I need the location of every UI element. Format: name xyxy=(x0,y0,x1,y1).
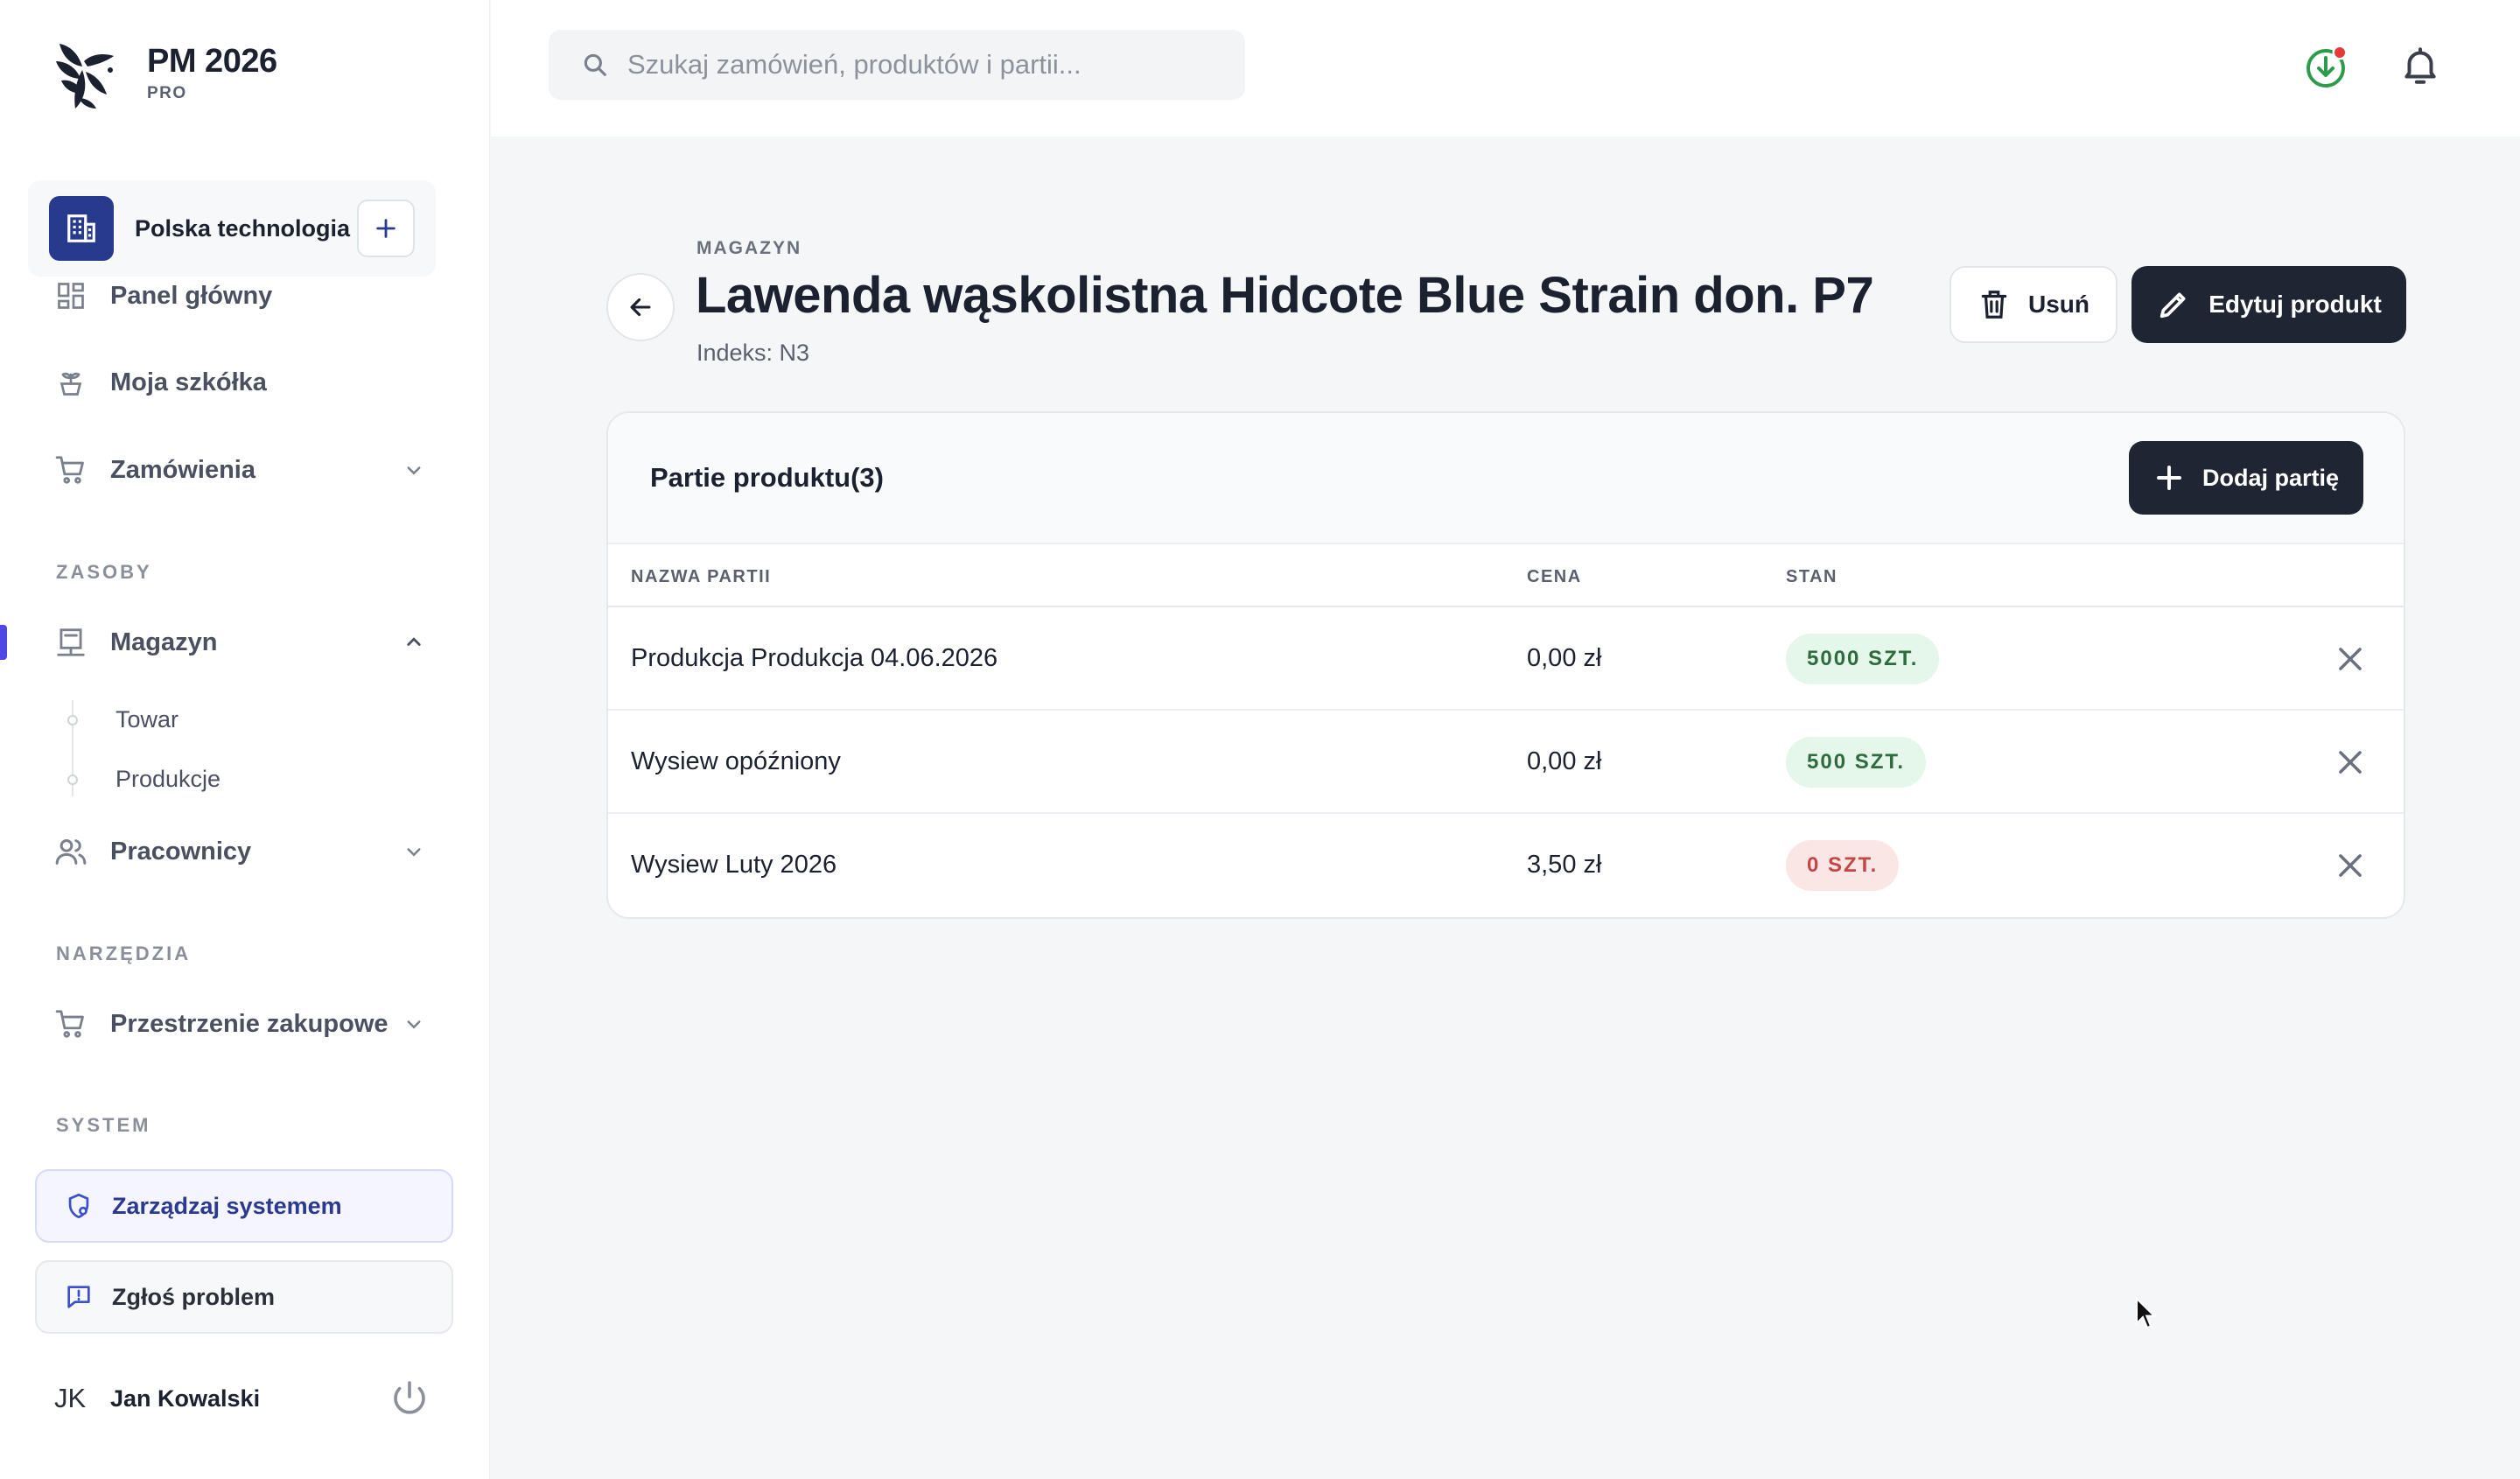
add-org-button[interactable] xyxy=(357,200,415,257)
brand[interactable]: PM 2026 PRO xyxy=(52,35,277,110)
stock-badge: 500 SZT. xyxy=(1786,737,1927,788)
manage-system-button[interactable]: Zarządzaj systemem xyxy=(35,1169,453,1243)
report-problem-button[interactable]: Zgłoś problem xyxy=(35,1260,453,1334)
org-name: Polska technologia xyxy=(135,214,351,242)
chevron-down-icon xyxy=(407,848,421,857)
nav-employees-label: Pracownicy xyxy=(110,837,252,866)
submenu-dot xyxy=(67,775,78,785)
table-row[interactable]: Wysiew opóźniony 0,00 zł 500 SZT. xyxy=(608,711,2404,814)
add-batch-label: Dodaj partię xyxy=(2202,464,2340,491)
nav-warehouse[interactable]: Magazyn xyxy=(52,616,438,669)
batch-name: Wysiew opóźniony xyxy=(631,747,841,775)
batch-price: 0,00 zł xyxy=(1527,747,1602,775)
plus-icon xyxy=(376,219,396,238)
nav-sub-goods[interactable]: Towar xyxy=(116,706,178,733)
power-icon[interactable] xyxy=(388,1377,430,1419)
manage-system-label: Zarządzaj systemem xyxy=(112,1192,342,1219)
breadcrumb: MAGAZYN xyxy=(696,238,802,258)
stock-badge: 5000 SZT. xyxy=(1786,634,1940,684)
nav-purchase-spaces[interactable]: Przestrzenie zakupowe xyxy=(52,998,438,1050)
nav-nursery-label: Moja szkółka xyxy=(110,368,267,396)
sidebar: PM 2026 PRO Polska technologia Panel głó… xyxy=(0,0,490,1479)
users-icon xyxy=(52,833,89,870)
brand-name: PM 2026 xyxy=(147,42,277,80)
nav-orders[interactable]: Zamówienia xyxy=(52,444,438,496)
stock-badge: 0 SZT. xyxy=(1786,840,1900,891)
column-header-name[interactable]: NAZWA PARTII xyxy=(631,567,771,587)
delete-button[interactable]: Usuń xyxy=(1950,266,2118,343)
nav-dashboard[interactable]: Panel główny xyxy=(52,270,438,322)
brand-tier: PRO xyxy=(147,83,187,102)
search-input[interactable] xyxy=(627,49,1222,81)
submenu-dot xyxy=(67,715,78,725)
batch-price: 3,50 zł xyxy=(1527,851,1602,879)
building-icon xyxy=(49,196,114,261)
nav-sub-productions[interactable]: Produkcje xyxy=(116,766,220,793)
edit-label: Edytuj produkt xyxy=(2208,291,2382,318)
batch-name: Wysiew Luty 2026 xyxy=(631,851,837,879)
report-icon xyxy=(61,1279,96,1314)
column-header-price[interactable]: CENA xyxy=(1527,567,1582,587)
add-batch-button[interactable]: Dodaj partię xyxy=(2129,441,2363,515)
active-marker xyxy=(0,625,7,660)
delete-label: Usuń xyxy=(2028,291,2090,318)
search-bar[interactable] xyxy=(549,30,1245,100)
shield-settings-icon xyxy=(61,1188,96,1223)
batch-name: Produkcja Produkcja 04.06.2026 xyxy=(631,644,998,672)
column-header-stock[interactable]: STAN xyxy=(1786,567,1838,587)
plant-pot-icon xyxy=(52,364,89,401)
close-icon[interactable] xyxy=(2334,746,2367,779)
page-title: Lawenda wąskolistna Hidcote Blue Strain … xyxy=(696,267,1874,324)
nav-employees[interactable]: Pracownicy xyxy=(52,825,438,878)
chevron-down-icon xyxy=(407,466,421,475)
back-button[interactable] xyxy=(606,273,675,341)
table-header: NAZWA PARTII CENA STAN xyxy=(608,544,2404,607)
org-switcher[interactable]: Polska technologia xyxy=(28,180,436,277)
arrow-left-icon xyxy=(630,298,651,317)
avatar[interactable]: JK xyxy=(54,1383,110,1414)
brand-logo-icon xyxy=(56,44,114,109)
report-problem-label: Zgłoś problem xyxy=(112,1283,276,1310)
bell-icon[interactable] xyxy=(2398,44,2442,88)
mouse-cursor-icon xyxy=(2136,1297,2156,1329)
chevron-down-icon xyxy=(407,1020,421,1029)
table-row[interactable]: Produkcja Produkcja 04.06.2026 0,00 zł 5… xyxy=(608,607,2404,711)
pencil-icon xyxy=(2160,292,2186,319)
section-resources: ZASOBY xyxy=(56,561,152,583)
batches-header: Partie produktu(3) Dodaj partię xyxy=(608,413,2404,544)
table-row[interactable]: Wysiew Luty 2026 3,50 zł 0 SZT. xyxy=(608,814,2404,917)
nav-purchase-spaces-label: Przestrzenie zakupowe xyxy=(110,1009,388,1038)
batches-title: Partie produktu(3) xyxy=(650,462,884,493)
nav-orders-label: Zamówienia xyxy=(110,455,256,484)
nav-warehouse-label: Magazyn xyxy=(110,627,218,656)
section-tools: NARZĘDZIA xyxy=(56,943,192,964)
chevron-up-icon xyxy=(407,637,421,646)
search-icon xyxy=(584,53,606,76)
topbar xyxy=(491,0,2520,137)
section-system: SYSTEM xyxy=(56,1114,151,1136)
batches-card: Partie produktu(3) Dodaj partię NAZWA PA… xyxy=(606,411,2405,919)
nav-nursery[interactable]: Moja szkółka xyxy=(52,356,438,409)
cart-icon xyxy=(52,452,89,488)
user-profile: JK Jan Kowalski xyxy=(54,1370,430,1426)
cart-icon xyxy=(52,1006,89,1042)
warehouse-icon xyxy=(52,624,89,661)
main-content: MAGAZYN Lawenda wąskolistna Hidcote Blue… xyxy=(491,137,2520,1479)
plus-icon xyxy=(2157,466,2181,490)
edit-product-button[interactable]: Edytuj produkt xyxy=(2132,266,2406,343)
trash-icon xyxy=(1981,291,2007,319)
product-index: Indeks: N3 xyxy=(696,340,810,366)
close-icon[interactable] xyxy=(2334,849,2367,882)
batch-price: 0,00 zł xyxy=(1527,644,1602,672)
dashboard-icon xyxy=(52,277,89,314)
user-name: Jan Kowalski xyxy=(110,1384,261,1412)
nav-dashboard-label: Panel główny xyxy=(110,281,273,310)
close-icon[interactable] xyxy=(2334,642,2367,676)
download-sync-icon[interactable] xyxy=(2305,44,2350,89)
